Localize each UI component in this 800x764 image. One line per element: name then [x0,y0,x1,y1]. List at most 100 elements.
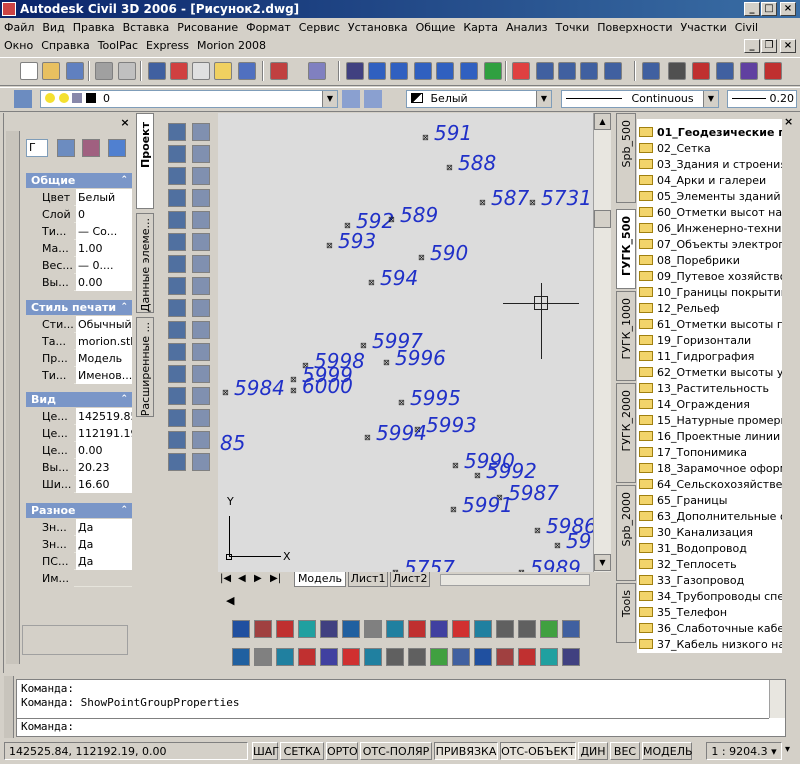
command-scrollbar[interactable] [769,680,785,718]
property-value[interactable]: Модель [76,350,132,367]
property-row[interactable]: ПС... Да [42,553,132,570]
layer-tool-item[interactable]: 37_Кабель низкого нап [639,637,782,653]
layer-previous-icon[interactable] [364,90,382,108]
property-row[interactable]: Вы... 20.23 [42,459,132,476]
section-misc[interactable]: Разное ⌃ [26,503,132,518]
layer-tool-item[interactable]: 13_Растительность [639,381,782,397]
dimension-tool-icon[interactable] [408,620,426,638]
polyline-icon[interactable] [168,145,186,163]
layer-tool-item[interactable]: 30_Канализация [639,525,782,541]
menu-item[interactable]: Express [142,37,193,55]
menu-item[interactable]: Участки [677,19,731,37]
layer-tool-item[interactable]: 16_Проектные линии [639,429,782,445]
cut-icon[interactable] [148,62,166,80]
civil-tool-icon[interactable] [364,648,382,666]
maximize-button[interactable]: □ [761,2,777,16]
property-row[interactable]: Слой 0 [42,206,132,223]
layer-tool-item[interactable]: 04_Арки и галереи [639,173,782,189]
property-row[interactable]: Вы... 0.00 [42,274,132,291]
doc-restore-button[interactable]: ❐ [761,39,777,53]
layer-tool-item[interactable]: 01_Геодезические п [639,125,782,141]
line-icon-modify[interactable] [192,343,210,361]
ellipse-icon-modify[interactable] [192,211,210,229]
status-toggle-8[interactable]: МОДЕЛЬ [642,742,693,760]
status-toggle-1[interactable]: СЕТКА [280,742,324,760]
property-row[interactable]: Им... [42,570,132,587]
layer-tool-item[interactable]: 60_Отметки высот на з [639,205,782,221]
tool-icon[interactable] [764,62,782,80]
property-value[interactable]: Именов... [76,367,132,384]
undo-icon[interactable] [270,62,288,80]
rectangle-icon-modify[interactable] [192,387,210,405]
open-icon[interactable] [42,62,60,80]
erase-icon[interactable] [692,62,710,80]
civil-tool-icon[interactable] [562,648,580,666]
match-icon[interactable] [214,62,232,80]
property-value[interactable]: Белый [76,189,132,206]
object-filter-combo[interactable]: Г [26,139,48,157]
ellipse-icon[interactable] [168,453,186,471]
tab-sheet1[interactable]: Лист1 [348,572,388,587]
property-value[interactable]: 0 [76,206,132,223]
dimension-tool-icon[interactable] [430,620,448,638]
civil-tool-icon[interactable] [342,648,360,666]
menu-item[interactable]: Сервис [295,19,344,37]
pan-icon[interactable] [346,62,364,80]
civil-tool-icon[interactable] [452,648,470,666]
polygon-icon[interactable] [168,387,186,405]
dimension-tool-icon[interactable] [342,620,360,638]
tab-гугк_2000[interactable]: ГУГК_2000 [616,383,636,483]
civil-tool-icon[interactable] [474,648,492,666]
save-icon[interactable] [66,62,84,80]
property-value[interactable]: 142519.85 [76,408,132,425]
toggle-pickadd-icon[interactable] [57,139,75,157]
civil-tool-icon[interactable] [298,648,316,666]
layer-tool-item[interactable]: 18_Зарамочное оформл [639,461,782,477]
point-icon[interactable] [168,255,186,273]
linetype-combo[interactable]: Continuous ▼ [561,90,719,108]
tab-sheet2[interactable]: Лист2 [390,572,430,587]
markup-icon[interactable] [580,62,598,80]
layer-tool-item[interactable]: 08_Поребрики [639,253,782,269]
polyline-icon-modify[interactable] [192,365,210,383]
construction-line-icon-modify[interactable] [192,123,210,141]
property-value[interactable]: 20.23 [76,459,132,476]
status-menu-icon[interactable]: ▾ [785,744,797,758]
menu-item[interactable]: Анализ [502,19,552,37]
dimension-tool-icon[interactable] [276,620,294,638]
copy-icon[interactable] [170,62,188,80]
layer-tool-item[interactable]: 03_Здания и строения [639,157,782,173]
tab-spb_500[interactable]: Spb_500 [616,113,636,203]
insert-block-icon[interactable] [168,233,186,251]
point-icon[interactable] [642,62,660,80]
sheet-set-icon[interactable] [558,62,576,80]
close-button[interactable]: × [780,2,796,16]
next-tab-icon[interactable]: ▶ [254,573,262,584]
tab-гугк_1000[interactable]: ГУГК_1000 [616,291,636,381]
civil-tool-icon[interactable] [276,648,294,666]
layer-tool-item[interactable]: 31_Водопровод [639,541,782,557]
menu-item[interactable]: Рисование [173,19,242,37]
tab-data[interactable]: Данные элеме... [136,213,154,313]
civil-tool-icon[interactable] [518,648,536,666]
dimension-tool-icon[interactable] [232,620,250,638]
menu-item[interactable]: Поверхности [593,19,676,37]
dimension-tool-icon[interactable] [474,620,492,638]
layer-tool-item[interactable]: 19_Горизонтали [639,333,782,349]
layer-tool-item[interactable]: 06_Инженерно-техниче [639,221,782,237]
property-value[interactable]: Да [76,519,132,536]
prev-tab-icon[interactable]: ◀ [238,573,246,584]
tab-project[interactable]: Проект [136,113,154,209]
layer-tool-item[interactable]: 15_Натурные промеры [639,413,782,429]
property-value[interactable]: 112191.19 [76,425,132,442]
attribute-icon-modify[interactable] [192,321,210,339]
scroll-up-icon[interactable]: ▲ [594,113,611,130]
spline-icon[interactable] [168,211,186,229]
civil-tool-icon[interactable] [320,648,338,666]
property-row[interactable]: Пр... Модель [42,350,132,367]
circle-icon-modify[interactable] [192,409,210,427]
property-value[interactable]: Да [76,553,132,570]
layer-combo[interactable]: 0 ▼ [40,90,338,108]
table-icon[interactable] [168,299,186,317]
zoom-icon[interactable] [368,62,386,80]
